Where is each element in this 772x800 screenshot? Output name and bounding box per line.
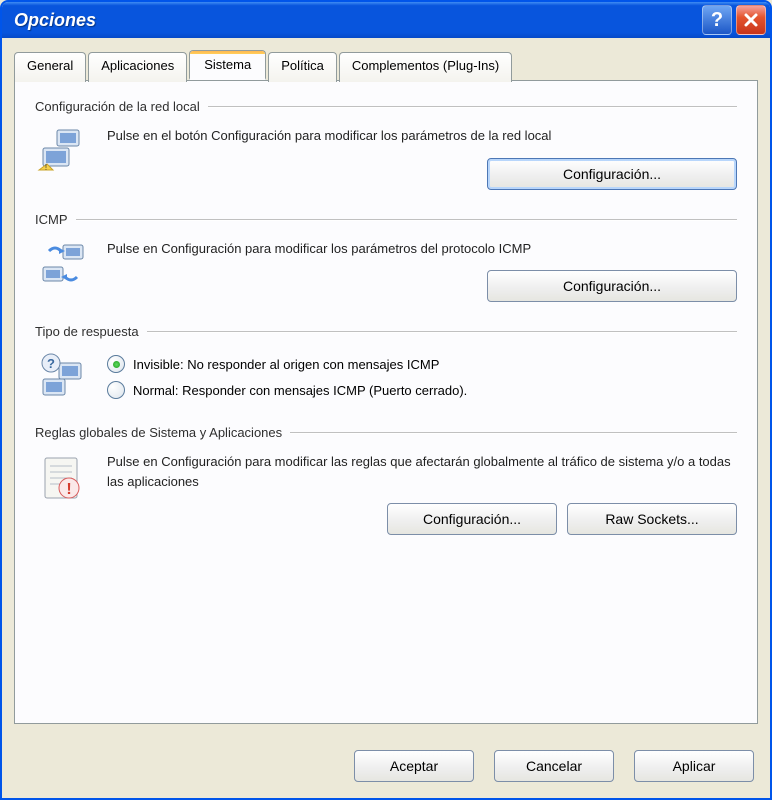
icmp-sync-icon [37,239,89,291]
tab-general[interactable]: General [14,52,86,82]
global-config-button[interactable]: Configuración... [387,503,557,535]
group-network-title: Configuración de la red local [35,99,208,114]
radio-normal[interactable]: Normal: Responder con mensajes ICMP (Pue… [107,381,737,399]
group-response: Tipo de respuesta ? [35,324,737,403]
svg-text:?: ? [47,356,55,371]
tab-strip: General Aplicaciones Sistema Política Co… [14,52,758,82]
network-computers-icon: ! [37,126,89,178]
group-global-title: Reglas globales de Sistema y Aplicacione… [35,425,290,440]
group-network-desc: Pulse en el botón Configuración para mod… [107,126,737,146]
raw-sockets-button[interactable]: Raw Sockets... [567,503,737,535]
tab-panel-sistema: Configuración de la red local ! [14,80,758,724]
group-icmp-desc: Pulse en Configuración para modificar lo… [107,239,737,259]
close-icon [743,12,759,28]
icmp-config-button[interactable]: Configuración... [487,270,737,302]
radio-normal-label: Normal: Responder con mensajes ICMP (Pue… [133,383,467,398]
group-icmp: ICMP [35,212,737,303]
content-area: General Aplicaciones Sistema Política Co… [2,38,770,736]
group-global-desc: Pulse en Configuración para modificar la… [107,452,737,491]
window-title: Opciones [14,10,698,31]
svg-text:!: ! [45,163,47,172]
radio-normal-indicator [107,381,125,399]
group-icmp-title: ICMP [35,212,76,227]
help-button[interactable]: ? [702,5,732,35]
rules-warning-icon: ! [37,452,89,504]
question-computers-icon: ? [37,351,89,403]
cancel-button[interactable]: Cancelar [494,750,614,782]
tab-complementos[interactable]: Complementos (Plug-Ins) [339,52,512,82]
tab-politica[interactable]: Política [268,52,337,82]
titlebar[interactable]: Opciones ? [2,2,770,38]
radio-invisible-label: Invisible: No responder al origen con me… [133,357,439,372]
accept-button[interactable]: Aceptar [354,750,474,782]
svg-text:!: ! [66,481,71,498]
radio-invisible-indicator [107,355,125,373]
network-config-button[interactable]: Configuración... [487,158,737,190]
radio-invisible[interactable]: Invisible: No responder al origen con me… [107,355,737,373]
dialog-footer: Aceptar Cancelar Aplicar [2,736,770,798]
group-response-title: Tipo de respuesta [35,324,147,339]
apply-button[interactable]: Aplicar [634,750,754,782]
tab-aplicaciones[interactable]: Aplicaciones [88,52,187,82]
close-button[interactable] [736,5,766,35]
options-window: Opciones ? General Aplicaciones Sistema … [0,0,772,800]
group-network: Configuración de la red local ! [35,99,737,190]
tab-sistema[interactable]: Sistema [189,50,266,80]
group-global: Reglas globales de Sistema y Aplicacione… [35,425,737,535]
